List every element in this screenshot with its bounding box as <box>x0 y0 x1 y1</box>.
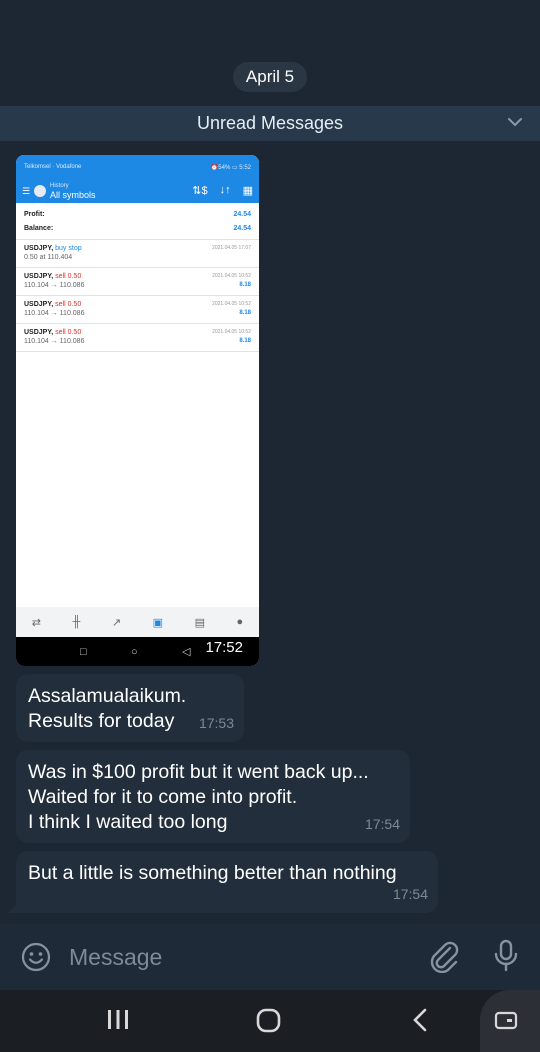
message-time: 17:54 <box>392 886 428 902</box>
photo-status-bar: Telkomsel · Vodafone ⏰54% ▭ 5:52 <box>16 155 259 179</box>
trade-symbol: USDJPY, <box>24 301 54 308</box>
date-pill: April 5 <box>233 62 307 92</box>
system-navigation-bar <box>0 990 540 1052</box>
app-logo-icon <box>34 185 46 197</box>
trade-symbol: USDJPY, <box>24 273 54 280</box>
trade-action: sell 0.50 <box>55 273 82 280</box>
photo-header-title: All symbols <box>50 190 96 200</box>
trade-action: sell 0.50 <box>55 301 82 308</box>
keyboard-toggle-button[interactable] <box>480 990 540 1052</box>
profit-value: 24.54 <box>233 210 251 218</box>
balance-row: Balance: 24.54 <box>24 221 251 235</box>
photo-status-right: ⏰54% ▭ 5:52 <box>210 164 251 171</box>
trade-date: 2021.04.05 10:52 <box>212 329 251 335</box>
profit-row: Profit: 24.54 <box>24 207 251 221</box>
history-icon: ▣ <box>152 616 164 629</box>
message-input[interactable]: Message <box>69 944 162 971</box>
microphone-icon[interactable] <box>491 938 521 974</box>
trade-date: 2021.04.05 10:52 <box>212 273 251 279</box>
recents-icon[interactable] <box>106 1006 130 1034</box>
chat-icon: ● <box>236 616 244 628</box>
trade-action: sell 0.50 <box>55 329 82 336</box>
photo-message[interactable]: Telkomsel · Vodafone ⏰54% ▭ 5:52 ☰ Histo… <box>16 155 259 666</box>
trade-sub: 110.104 → 110.086 <box>24 338 85 345</box>
trade-row: USDJPY, buy stop 0.50 at 110.404 2021.04… <box>16 240 259 268</box>
attach-icon[interactable] <box>428 939 460 973</box>
trade-symbol: USDJPY, <box>24 329 54 336</box>
message-text-line: I think I waited too long <box>28 811 228 833</box>
message-composer: Message <box>0 924 540 990</box>
message-bubble[interactable]: But a little is something better than no… <box>8 851 438 913</box>
trade-icon: ↗ <box>111 616 122 629</box>
message-bubble[interactable]: Assalamualaikum. Results for today 17:53 <box>16 674 244 742</box>
trade-pl: 8.18 <box>239 310 251 316</box>
trade-pl: 8.18 <box>239 282 251 288</box>
trade-pl: 8.18 <box>239 338 251 344</box>
trade-row: USDJPY, sell 0.50 110.104 → 110.086 2021… <box>16 268 259 296</box>
balance-label: Balance: <box>24 224 54 232</box>
trade-symbol: USDJPY, <box>24 245 54 252</box>
circle-icon: ○ <box>131 645 138 658</box>
unread-label: Unread Messages <box>196 113 344 133</box>
home-icon[interactable] <box>255 1006 283 1034</box>
trade-date: 2021.04.05 10:52 <box>212 301 251 307</box>
message-text-line: Was in $100 profit but it went back up..… <box>28 761 369 783</box>
trade-row: USDJPY, sell 0.50 110.104 → 110.086 2021… <box>16 296 259 324</box>
sort-icon: ↓↑ <box>219 184 231 196</box>
keyboard-icon <box>494 1011 518 1030</box>
chart-icon: ╫ <box>72 616 81 628</box>
triangle-icon: ◁ <box>182 646 191 658</box>
message-time: 17:53 <box>198 715 234 731</box>
unread-messages-bar[interactable]: Unread Messages <box>0 106 540 141</box>
message-text-line: Waited for it to come into profit. <box>28 786 298 808</box>
calendar-icon: ▦ <box>242 185 253 197</box>
photo-carrier: Telkomsel · Vodafone <box>24 163 82 170</box>
photo-bottom-tabs: ⇄ ╫ ↗ ▣ ▤ ● <box>16 607 259 637</box>
bubble-tail <box>8 903 18 913</box>
photo-app-header: ☰ History All symbols ⇅$ ↓↑ ▦ <box>16 179 259 203</box>
emoji-icon[interactable] <box>20 941 52 973</box>
balance-value: 24.54 <box>233 224 251 232</box>
back-icon[interactable] <box>410 1006 432 1034</box>
square-icon: □ <box>80 645 87 658</box>
quotes-icon: ⇄ <box>31 616 41 629</box>
profit-label: Profit: <box>24 210 45 218</box>
message-text-line: But a little is something better than no… <box>28 862 397 884</box>
trade-sub: 110.104 → 110.086 <box>24 282 85 289</box>
trade-sub: 110.104 → 110.086 <box>24 310 85 317</box>
menu-icon: ☰ <box>22 185 31 196</box>
trade-sub: 0.50 at 110.404 <box>24 254 73 261</box>
currency-icon: ⇅$ <box>192 185 208 197</box>
trade-row: USDJPY, sell 0.50 110.104 → 110.086 2021… <box>16 324 259 352</box>
chevron-down-icon[interactable] <box>506 113 524 131</box>
message-text-line: Assalamualaikum. <box>28 685 187 707</box>
photo-timestamp: 17:52 <box>199 637 249 658</box>
message-time: 17:54 <box>364 816 400 832</box>
trade-action: buy stop <box>55 245 82 252</box>
trade-date: 2021.04.05 17:07 <box>212 245 251 251</box>
news-icon: ▤ <box>194 616 205 629</box>
message-bubble[interactable]: Was in $100 profit but it went back up..… <box>16 750 410 843</box>
